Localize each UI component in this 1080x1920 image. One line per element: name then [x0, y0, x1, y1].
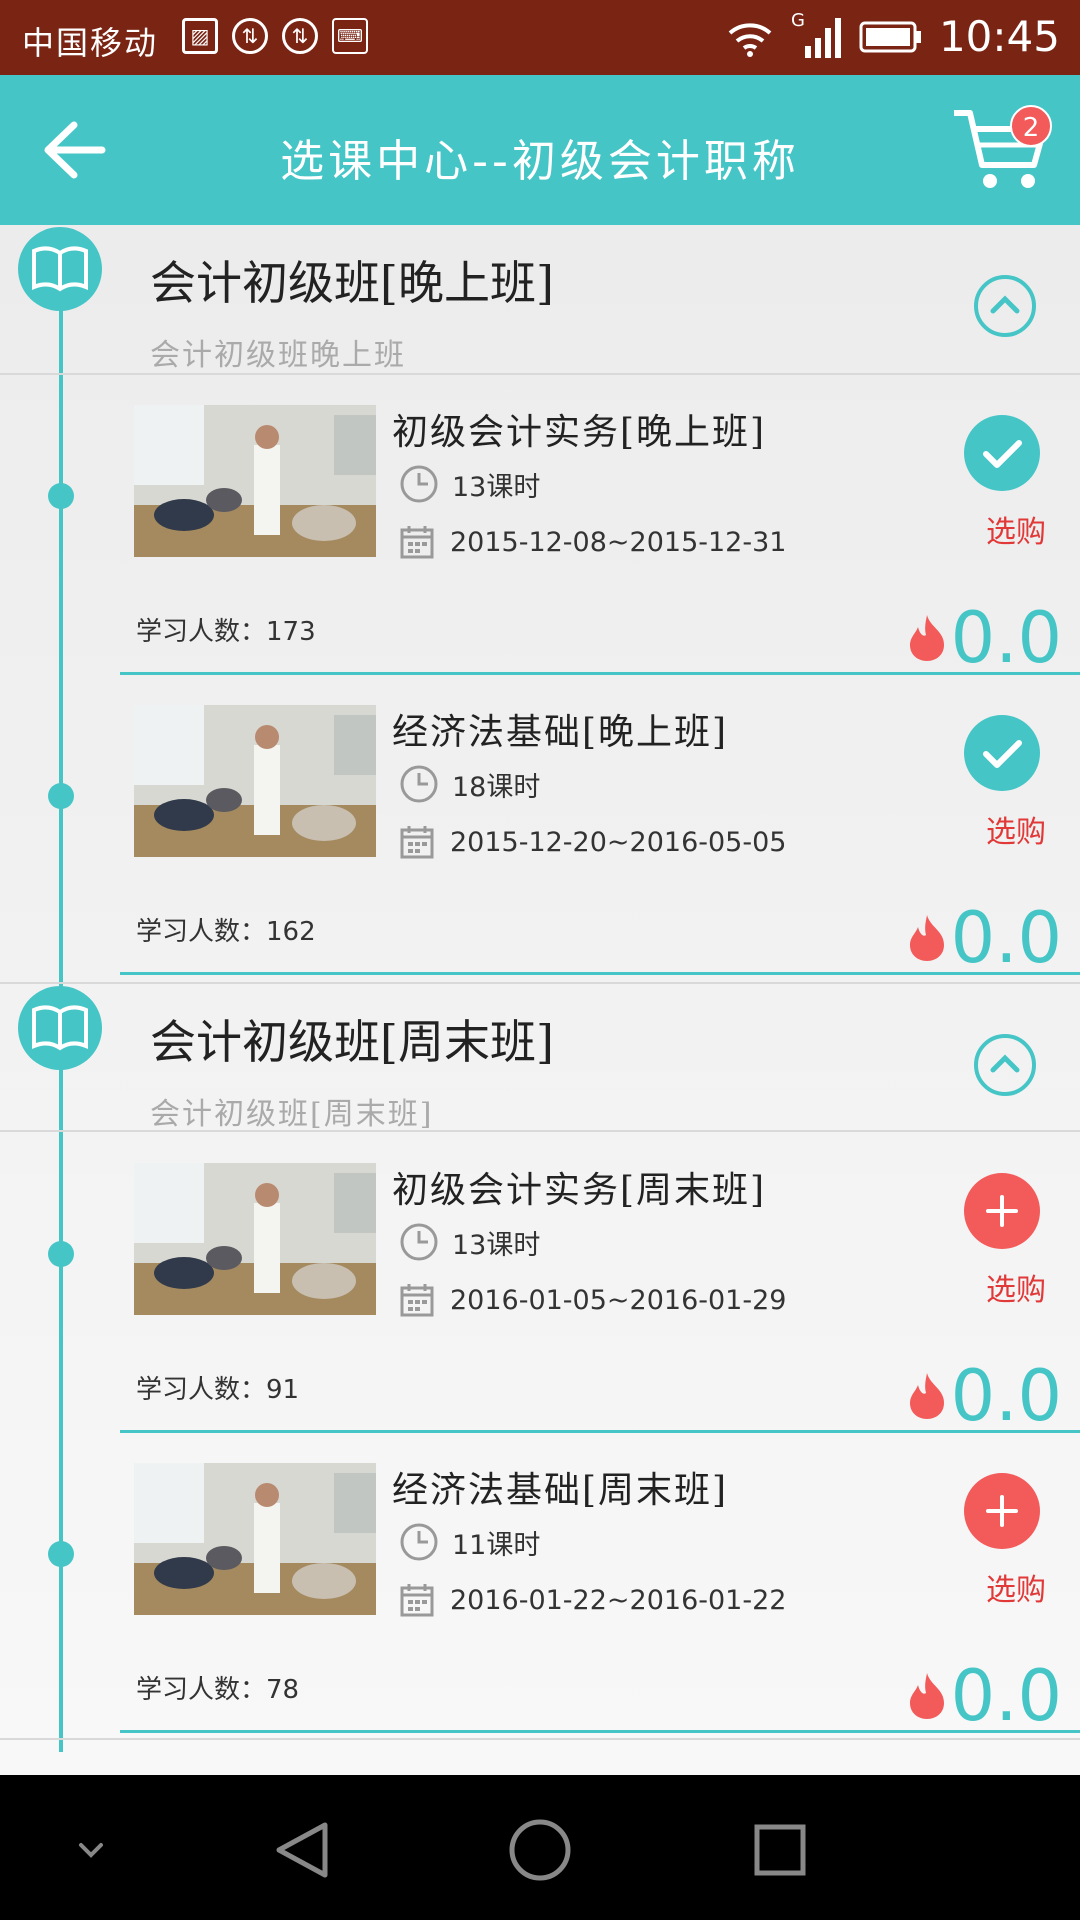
clock: 10:45 [938, 12, 1060, 61]
calendar-icon [400, 1584, 434, 1617]
course-hours: 11课时 [398, 1521, 540, 1563]
selected-check-button[interactable] [964, 715, 1040, 791]
keyboard-icon: ⌨ [332, 18, 368, 54]
fire-icon [910, 1673, 944, 1719]
calendar-icon [400, 526, 434, 559]
timeline-dot [48, 1541, 74, 1567]
home-circle-icon[interactable] [495, 1805, 585, 1895]
learner-count: 学习人数：78 [136, 1675, 300, 1705]
course-hours-label: 13课时 [452, 471, 541, 503]
learner-count: 学习人数：173 [136, 617, 316, 647]
section-header[interactable]: 会计初级班[晚上班] 会计初级班晚上班 [0, 225, 1080, 375]
course-item[interactable]: 经济法基础[周末班] 11课时 2016-01-22~2016-01-22 学习… [0, 1433, 1080, 1737]
timeline-dot [48, 783, 74, 809]
section-subtitle: 会计初级班[周末班] [150, 1097, 434, 1132]
course-thumbnail [134, 1463, 376, 1615]
fire-icon [910, 1373, 944, 1419]
app-header: 选课中心--初级会计职称 2 [0, 75, 1080, 225]
clock-icon [400, 765, 438, 803]
calendar-icon [400, 1284, 434, 1317]
clock-icon [400, 465, 438, 503]
course-title: 初级会计实务[晚上班] [392, 412, 767, 453]
add-to-cart-button[interactable] [964, 1173, 1040, 1249]
course-item[interactable]: 经济法基础[晚上班] 18课时 2015-12-20~2016-05-05 学习… [0, 675, 1080, 979]
course-title: 经济法基础[晚上班] [392, 712, 729, 753]
book-icon [18, 227, 102, 311]
course-dates: 2016-01-22~2016-01-22 [398, 1581, 786, 1619]
learner-count: 学习人数：162 [136, 917, 316, 947]
selected-check-button[interactable] [964, 415, 1040, 491]
calendar-icon [400, 826, 434, 859]
timeline-dot [48, 483, 74, 509]
course-hours-label: 18课时 [452, 771, 541, 803]
course-thumbnail [134, 405, 376, 557]
course-hours: 13课时 [398, 1221, 540, 1263]
battery-icon [859, 21, 921, 52]
back-triangle-icon[interactable] [255, 1805, 345, 1895]
cart-count-badge: 2 [1010, 105, 1052, 147]
wifi-icon [728, 22, 772, 57]
divider [120, 972, 1080, 975]
course-date-range: 2015-12-20~2016-05-05 [450, 826, 787, 858]
recents-square-icon[interactable] [735, 1805, 825, 1895]
course-dates: 2015-12-20~2016-05-05 [398, 823, 786, 861]
learner-count: 学习人数：91 [136, 1375, 300, 1405]
collapse-chevron-icon[interactable] [974, 1034, 1036, 1096]
buy-label[interactable]: 选购 [986, 1265, 1046, 1309]
divider [120, 1730, 1080, 1733]
course-price: 0.0 [950, 1355, 1062, 1437]
collapse-chevron-icon[interactable] [974, 275, 1036, 337]
signal-icon: G [791, 10, 843, 60]
course-thumbnail [134, 705, 376, 857]
course-hours-label: 11课时 [452, 1529, 541, 1561]
clock-icon [400, 1223, 438, 1261]
course-price: 0.0 [950, 597, 1062, 679]
section-title: 会计初级班[周末班] [150, 1015, 554, 1069]
list-end-divider [0, 1738, 1080, 1740]
buy-label[interactable]: 选购 [986, 807, 1046, 851]
timeline-dot [48, 1241, 74, 1267]
book-icon [18, 986, 102, 1070]
course-date-range: 2016-01-05~2016-01-29 [450, 1284, 787, 1316]
course-title: 经济法基础[周末班] [392, 1470, 729, 1511]
data-transfer-icon: ⇅ [232, 18, 268, 54]
section-header[interactable]: 会计初级班[周末班] 会计初级班[周末班] [0, 982, 1080, 1132]
system-nav-bar [0, 1775, 1080, 1920]
gallery-notification-icon: ▨ [182, 18, 218, 54]
course-dates: 2015-12-08~2015-12-31 [398, 523, 786, 561]
course-hours: 18课时 [398, 763, 540, 805]
course-dates: 2016-01-05~2016-01-29 [398, 1281, 786, 1319]
course-price: 0.0 [950, 1655, 1062, 1737]
status-bar: 中国移动 ▨ ⇅ ⇅ ⌨ G 10:45 [0, 0, 1080, 75]
chevron-down-icon[interactable] [46, 1805, 136, 1895]
course-item[interactable]: 初级会计实务[周末班] 13课时 2016-01-05~2016-01-29 学… [0, 1133, 1080, 1437]
fire-icon [910, 615, 944, 661]
fire-icon [910, 915, 944, 961]
course-hours-label: 13课时 [452, 1229, 541, 1261]
page-title: 选课中心--初级会计职称 [280, 136, 800, 187]
course-price: 0.0 [950, 897, 1062, 979]
buy-label[interactable]: 选购 [986, 507, 1046, 551]
data-transfer-icon-2: ⇅ [282, 18, 318, 54]
section-subtitle: 会计初级班晚上班 [150, 338, 406, 373]
course-title: 初级会计实务[周末班] [392, 1170, 767, 1211]
course-item[interactable]: 初级会计实务[晚上班] 13课时 2015-12-08~2015-12-31 学… [0, 375, 1080, 679]
network-type: G [790, 9, 805, 31]
course-date-range: 2015-12-08~2015-12-31 [450, 526, 787, 558]
carrier-name: 中国移动 [22, 24, 159, 62]
add-to-cart-button[interactable] [964, 1473, 1040, 1549]
course-date-range: 2016-01-22~2016-01-22 [450, 1584, 787, 1616]
clock-icon [400, 1523, 438, 1561]
buy-label[interactable]: 选购 [986, 1565, 1046, 1609]
course-list: 会计初级班[晚上班] 会计初级班晚上班 初级会计实务[晚上班] 13课时 201… [0, 225, 1080, 1775]
course-thumbnail [134, 1163, 376, 1315]
section-title: 会计初级班[晚上班] [150, 256, 554, 310]
course-hours: 13课时 [398, 463, 540, 505]
